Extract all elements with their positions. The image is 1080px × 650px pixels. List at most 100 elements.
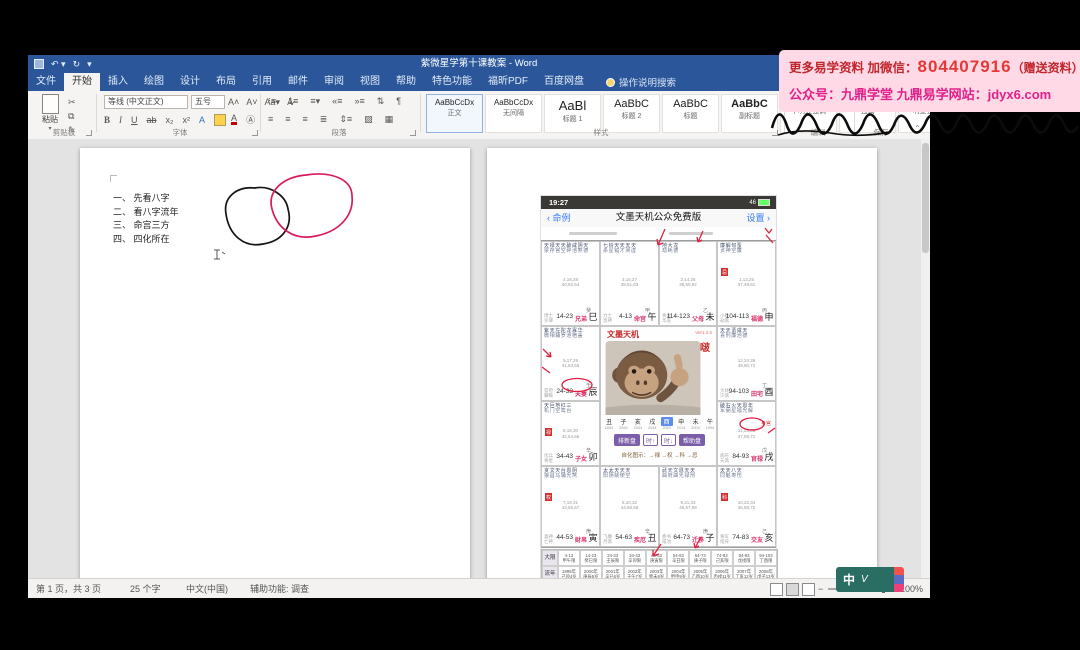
- new-chart-button[interactable]: 排新盘: [613, 434, 640, 446]
- page-left[interactable]: 一、 先看八字 二、 看八字流年 三、 命宫三方 四、 四化所在: [80, 148, 470, 578]
- line-spacing-icon[interactable]: ⇕≡: [339, 114, 352, 125]
- shrink-font-icon[interactable]: A˅: [246, 97, 257, 107]
- tab-references[interactable]: 引用: [244, 73, 280, 91]
- align-center-icon[interactable]: ≡: [285, 114, 290, 125]
- age-numbers: 4,16,28 40,52,64: [561, 276, 580, 288]
- help-chart-button[interactable]: 帮助盘: [679, 434, 706, 446]
- phone-status-bar: 19:27 46: [541, 196, 776, 209]
- italic-icon[interactable]: I: [119, 115, 122, 125]
- word-count[interactable]: 25 个字: [130, 579, 161, 598]
- multilevel-list-icon[interactable]: ≡▾: [310, 96, 320, 107]
- font-size-box[interactable]: 五号: [191, 95, 225, 109]
- redo-icon[interactable]: ↻: [73, 57, 81, 71]
- justify-icon[interactable]: ≣: [320, 114, 328, 125]
- grow-font-icon[interactable]: A˄: [228, 97, 239, 107]
- status-bar: 第 1 页，共 3 页 25 个字 中文(中国) 辅助功能: 调查 − + 10…: [28, 578, 930, 598]
- decrease-indent-icon[interactable]: «≡: [332, 96, 342, 107]
- language-indicator[interactable]: 中文(中国): [186, 579, 228, 598]
- banner-line-1: 更多易学资料 加微信：804407916（赠送资料）: [789, 57, 1080, 76]
- banner-line-2: 公众号：九鼎学堂 九鼎易学网站：jdyx6.com: [789, 87, 1052, 102]
- subscript-icon[interactable]: x₂: [166, 115, 174, 125]
- undo-icon[interactable]: ↶ ▾: [51, 57, 66, 71]
- vertical-scrollbar[interactable]: [921, 139, 930, 578]
- underline-icon[interactable]: U: [131, 115, 138, 125]
- tell-me-search[interactable]: 操作说明搜索: [592, 73, 676, 91]
- align-right-icon[interactable]: ≡: [303, 114, 308, 125]
- hour-up-button[interactable]: 时↑: [642, 434, 658, 446]
- edit-group-label: 编辑: [810, 128, 826, 137]
- app-title: 文墨天机公众免费版: [615, 212, 702, 223]
- tab-view[interactable]: 视图: [352, 73, 388, 91]
- tab-design[interactable]: 设计: [172, 73, 208, 91]
- show-marks-icon[interactable]: ¶: [396, 96, 401, 107]
- tab-layout[interactable]: 布局: [208, 73, 244, 91]
- battery-icon: [758, 199, 770, 206]
- bullets-icon[interactable]: ⁝≡: [268, 96, 276, 107]
- chart-owner-info-row: [541, 227, 776, 240]
- ime-chinese-indicator: 中: [843, 573, 856, 587]
- document-canvas[interactable]: 一、 先看八字 二、 看八字流年 三、 命宫三方 四、 四化所在 19:27 4…: [28, 139, 930, 578]
- view-switcher: [770, 579, 818, 598]
- numbering-icon[interactable]: 1≡: [288, 96, 298, 107]
- bold-icon[interactable]: B: [104, 115, 110, 125]
- tab-draw[interactable]: 绘图: [136, 73, 172, 91]
- strikethrough-icon[interactable]: ab: [147, 115, 157, 125]
- tab-baidu-pan[interactable]: 百度网盘: [536, 73, 592, 91]
- tab-file[interactable]: 文件: [28, 73, 64, 91]
- print-layout-icon[interactable]: [786, 583, 799, 597]
- page-right[interactable]: 19:27 46 ‹ 命例 文墨天机公众免费版 设置 › 天禄天天破咸阴天 梁存…: [487, 148, 877, 578]
- text-effects-icon[interactable]: A: [199, 115, 205, 125]
- paragraph-row-1: ⁝≡ 1≡ ≡▾ «≡ »≡ ⇅ ¶: [268, 96, 405, 107]
- decade-branch-selector[interactable]: 丑子亥戌酉申未午: [603, 417, 716, 426]
- paragraph-group-label: 段落: [331, 128, 347, 137]
- page-indicator[interactable]: 第 1 页，共 3 页: [36, 579, 101, 598]
- table-row-label: 流年: [542, 566, 558, 578]
- shading-icon[interactable]: ▨: [364, 114, 373, 125]
- highlight-color-icon[interactable]: [214, 113, 227, 126]
- palace-cell-shen: 廉解旬蜚 贞神空廉 忌 1,13,25 37,49,61 小耗 劫煞 104-11…: [717, 241, 776, 326]
- quick-access-toolbar: ↶ ▾ ↻ ▾: [34, 57, 92, 71]
- styles-dialog-launcher[interactable]: [772, 130, 778, 136]
- tab-mailings[interactable]: 邮件: [280, 73, 316, 91]
- font-color-icon[interactable]: A: [231, 114, 238, 125]
- align-left-icon[interactable]: ≡: [268, 114, 273, 125]
- tab-help[interactable]: 帮助: [388, 73, 424, 91]
- enclose-character-icon[interactable]: Ⓐ: [246, 113, 255, 126]
- tell-me-label: 操作说明搜索: [619, 78, 677, 89]
- hour-down-button[interactable]: 时↓: [661, 434, 677, 446]
- monkey-thumbs-up-image: [605, 341, 701, 415]
- copy-icon[interactable]: ⧉: [68, 111, 76, 122]
- ime-language-button[interactable]: 中 V: [836, 567, 894, 592]
- accessibility-status[interactable]: 辅助功能: 调查: [250, 579, 309, 598]
- web-layout-icon[interactable]: [802, 583, 815, 597]
- scrollbar-thumb[interactable]: [922, 143, 929, 253]
- table-row-label: 大限: [542, 550, 558, 566]
- styles-group-label: 样式: [593, 128, 609, 137]
- font-row-2: B I U ab x₂ x² A A Ⓐ: [104, 113, 259, 126]
- tab-home[interactable]: 开始: [64, 73, 100, 91]
- tab-review[interactable]: 审阅: [316, 73, 352, 91]
- word-window: ↶ ▾ ↻ ▾ 紫微星学第十课教案 - Word 文件 开始 插入 绘图 设计 …: [28, 55, 930, 598]
- cut-icon[interactable]: ✂: [68, 97, 76, 108]
- font-dialog-launcher[interactable]: [252, 130, 258, 136]
- tab-foxit-pdf[interactable]: 福昕PDF: [480, 73, 536, 91]
- customize-qat-icon[interactable]: ▾: [87, 57, 92, 71]
- ime-widget[interactable]: 中 V: [836, 567, 908, 592]
- zoom-out-button[interactable]: −: [818, 579, 823, 598]
- superscript-icon[interactable]: x²: [183, 115, 191, 125]
- read-mode-icon[interactable]: [770, 583, 783, 597]
- margin-crop-mark: [110, 175, 117, 182]
- sort-icon[interactable]: ⇅: [377, 96, 385, 107]
- tab-insert[interactable]: 插入: [100, 73, 136, 91]
- save-icon[interactable]: [34, 59, 44, 69]
- borders-icon[interactable]: ▦: [385, 114, 394, 125]
- promo-banner: 更多易学资料 加微信：804407916（赠送资料） 公众号：九鼎学堂 九鼎易学…: [779, 50, 1080, 112]
- paragraph-dialog-launcher[interactable]: [410, 130, 416, 136]
- palace-cell-mao: 天巨地红三 机门空鸾台 禄 6,18,30 42,54,66 伏兵 将星 34-4…: [541, 401, 600, 466]
- settings-button[interactable]: 设置 ›: [746, 209, 770, 227]
- increase-indent-icon[interactable]: »≡: [354, 96, 364, 107]
- collapse-ribbon-icon[interactable]: ⌃: [914, 124, 921, 133]
- tab-special[interactable]: 特色功能: [424, 73, 480, 91]
- font-name-box[interactable]: 等线 (中文正文): [104, 95, 188, 109]
- clipboard-dialog-launcher[interactable]: [86, 130, 92, 136]
